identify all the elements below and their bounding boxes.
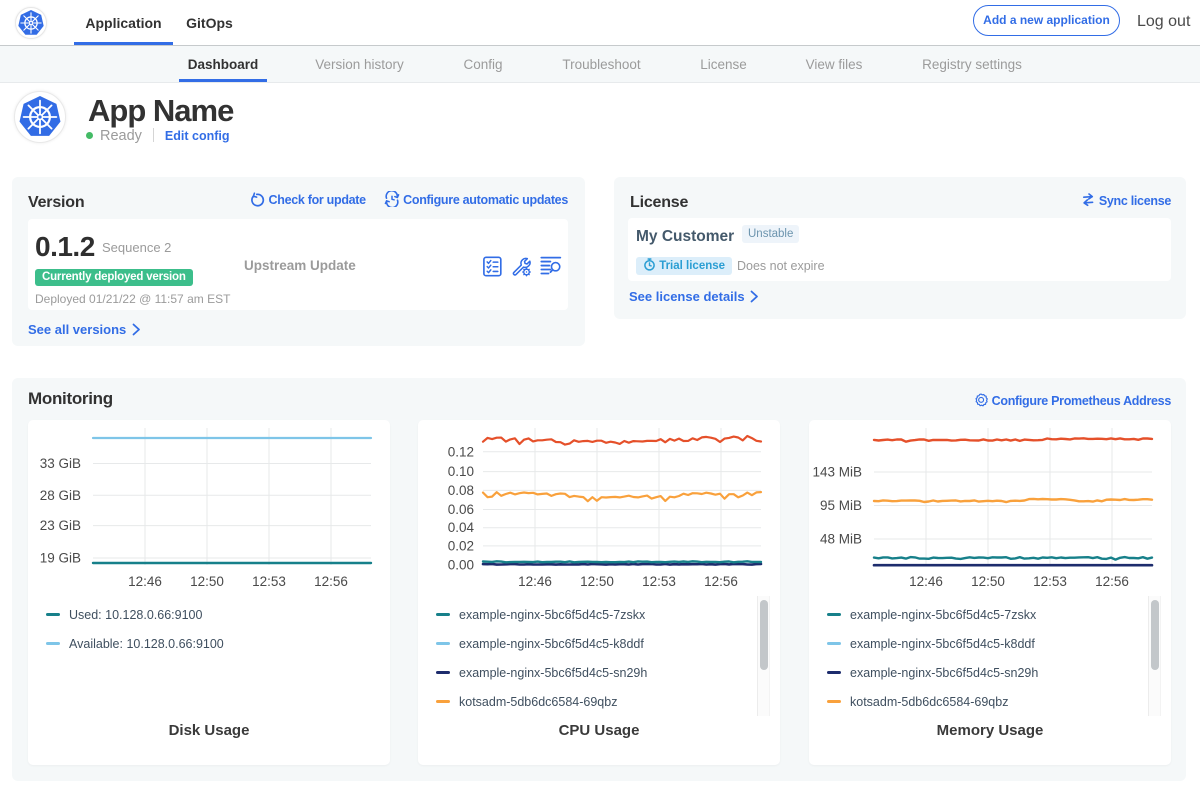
svg-text:12:53: 12:53 xyxy=(252,574,286,589)
svg-text:143 MiB: 143 MiB xyxy=(812,465,862,480)
svg-text:95 MiB: 95 MiB xyxy=(820,498,862,513)
svg-text:0.00: 0.00 xyxy=(448,558,474,573)
svg-text:12:46: 12:46 xyxy=(128,574,162,589)
svg-text:48 MiB: 48 MiB xyxy=(820,532,862,547)
svg-text:19 GiB: 19 GiB xyxy=(40,551,81,566)
svg-text:12:46: 12:46 xyxy=(909,574,943,589)
svg-text:12:56: 12:56 xyxy=(314,574,348,589)
svg-text:0.08: 0.08 xyxy=(448,483,474,498)
svg-text:23 GiB: 23 GiB xyxy=(40,518,81,533)
svg-text:12:53: 12:53 xyxy=(1033,574,1067,589)
svg-text:0.06: 0.06 xyxy=(448,502,474,517)
svg-text:12:50: 12:50 xyxy=(190,574,224,589)
svg-text:12:53: 12:53 xyxy=(642,574,676,589)
svg-text:0.04: 0.04 xyxy=(448,520,475,535)
svg-text:12:50: 12:50 xyxy=(580,574,614,589)
svg-text:0.02: 0.02 xyxy=(448,538,474,553)
svg-text:0.12: 0.12 xyxy=(448,444,474,459)
svg-text:0.10: 0.10 xyxy=(448,464,474,479)
svg-text:28 GiB: 28 GiB xyxy=(40,488,81,503)
svg-text:12:50: 12:50 xyxy=(971,574,1005,589)
svg-text:12:46: 12:46 xyxy=(518,574,552,589)
svg-text:33 GiB: 33 GiB xyxy=(40,456,81,471)
svg-text:12:56: 12:56 xyxy=(1095,574,1129,589)
svg-text:12:56: 12:56 xyxy=(704,574,738,589)
